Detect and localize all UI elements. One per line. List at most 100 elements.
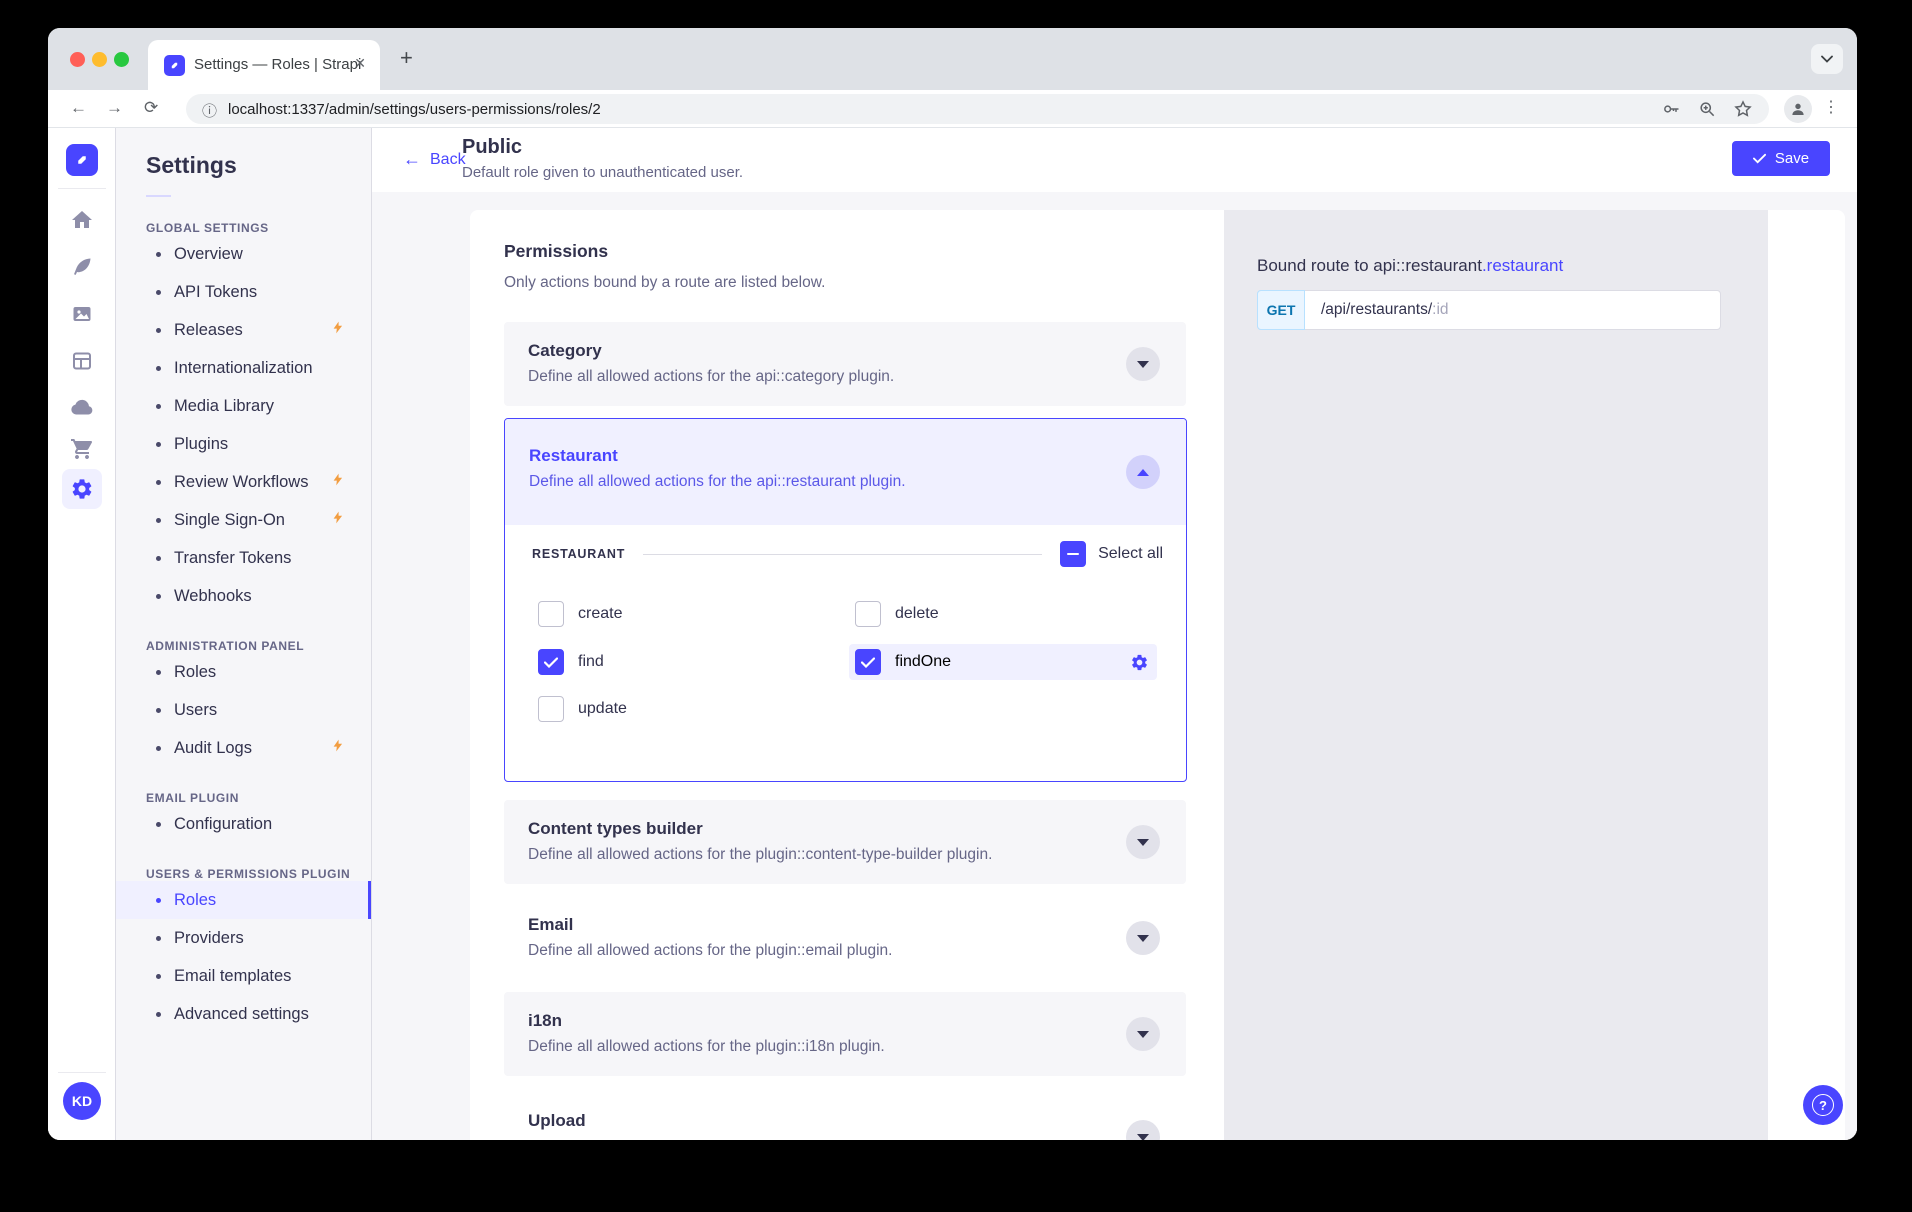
expand-chevron-button[interactable] <box>1126 1017 1160 1051</box>
sidebar-item-review-workflows[interactable]: Review Workflows <box>116 463 371 501</box>
fullscreen-window-button[interactable] <box>114 52 129 67</box>
sidebar-item-transfer-tokens[interactable]: Transfer Tokens <box>116 539 371 577</box>
permission-row: find findOne <box>505 644 1186 680</box>
tab-list-chevron-icon[interactable] <box>1811 44 1843 74</box>
sidebar-item-email-configuration[interactable]: Configuration <box>116 805 371 843</box>
accordion-upload[interactable]: Upload <box>504 1092 1186 1140</box>
permission-findone-selected[interactable]: findOne <box>849 644 1157 680</box>
browser-profile-avatar[interactable] <box>1784 95 1812 123</box>
close-window-button[interactable] <box>70 52 85 67</box>
findone-checkbox[interactable] <box>855 649 881 675</box>
collapse-chevron-button[interactable] <box>1126 455 1160 489</box>
sidebar-item-audit-logs[interactable]: Audit Logs <box>116 729 371 767</box>
select-all-control[interactable]: Select all <box>1060 541 1163 567</box>
bullet-icon <box>156 518 161 523</box>
route-param: :id <box>1432 301 1448 318</box>
sidebar-item-webhooks[interactable]: Webhooks <box>116 577 371 615</box>
user-avatar[interactable]: KD <box>63 1082 101 1120</box>
bullet-icon <box>156 974 161 979</box>
password-key-icon[interactable] <box>1661 99 1681 119</box>
permission-update[interactable]: update <box>538 691 627 727</box>
media-library-icon[interactable] <box>70 302 94 326</box>
accordion-content-types-builder[interactable]: Content types builder Define all allowed… <box>504 800 1186 884</box>
advanced-settings-cog-icon[interactable] <box>1130 653 1149 672</box>
marketplace-cart-icon[interactable] <box>70 437 94 461</box>
browser-window: Settings — Roles | Strapi ✕ + ← → ⟳ ⓘ lo… <box>48 28 1857 1140</box>
settings-subnav: Settings GLOBAL SETTINGS Overview API To… <box>116 128 372 1140</box>
expand-chevron-button[interactable] <box>1126 921 1160 955</box>
address-bar[interactable]: ⓘ localhost:1337/admin/settings/users-pe… <box>186 94 1769 124</box>
back-arrow-icon: ← <box>403 149 421 170</box>
permissions-subtitle: Only actions bound by a route are listed… <box>504 274 825 292</box>
expand-chevron-button[interactable] <box>1126 347 1160 381</box>
sidebar-item-releases[interactable]: Releases <box>116 311 371 349</box>
bullet-icon <box>156 898 161 903</box>
url-text[interactable]: localhost:1337/admin/settings/users-perm… <box>228 101 601 118</box>
settings-gear-icon[interactable] <box>70 477 94 501</box>
browser-tab[interactable]: Settings — Roles | Strapi ✕ <box>148 40 380 90</box>
create-checkbox[interactable] <box>538 601 564 627</box>
sidebar-item-admin-roles[interactable]: Roles <box>116 653 371 691</box>
sidebar-item-overview[interactable]: Overview <box>116 235 371 273</box>
select-all-checkbox[interactable] <box>1060 541 1086 567</box>
select-all-label: Select all <box>1098 545 1163 563</box>
permission-find[interactable]: find <box>538 644 604 680</box>
sidebar-item-up-roles[interactable]: Roles <box>116 881 371 919</box>
delete-checkbox[interactable] <box>855 601 881 627</box>
section-global-settings: GLOBAL SETTINGS <box>116 221 371 235</box>
bullet-icon <box>156 670 161 675</box>
sidebar-item-admin-users[interactable]: Users <box>116 691 371 729</box>
content-type-builder-icon[interactable] <box>70 349 94 373</box>
sidebar-item-internationalization[interactable]: Internationalization <box>116 349 371 387</box>
site-info-icon[interactable]: ⓘ <box>202 100 217 121</box>
chevron-down-icon <box>1137 1134 1149 1141</box>
back-icon[interactable]: ← <box>70 98 87 118</box>
zoom-icon[interactable] <box>1697 99 1717 119</box>
minimize-window-button[interactable] <box>92 52 107 67</box>
accordion-i18n[interactable]: i18n Define all allowed actions for the … <box>504 992 1186 1076</box>
sidebar-item-media-library[interactable]: Media Library <box>116 387 371 425</box>
chevron-down-icon <box>1137 1031 1149 1038</box>
sidebar-item-plugins[interactable]: Plugins <box>116 425 371 463</box>
bookmark-star-icon[interactable] <box>1733 99 1753 119</box>
browser-toolbar: ← → ⟳ ⓘ localhost:1337/admin/settings/us… <box>48 90 1857 128</box>
bullet-icon <box>156 594 161 599</box>
chevron-down-icon <box>1137 935 1149 942</box>
expand-chevron-button[interactable] <box>1126 825 1160 859</box>
strapi-admin: KD Settings GLOBAL SETTINGS Overview API… <box>48 128 1857 1140</box>
sidebar-item-api-tokens[interactable]: API Tokens <box>116 273 371 311</box>
strapi-favicon-icon <box>164 55 185 76</box>
question-icon: ? <box>1812 1094 1834 1116</box>
sidebar-item-email-templates[interactable]: Email templates <box>116 957 371 995</box>
new-tab-icon[interactable]: + <box>400 45 413 71</box>
accordion-category[interactable]: Category Define all allowed actions for … <box>504 322 1186 406</box>
expand-chevron-button[interactable] <box>1126 1120 1160 1140</box>
accordion-restaurant-header[interactable]: Restaurant Define all allowed actions fo… <box>505 419 1186 525</box>
bullet-icon <box>156 1012 161 1017</box>
back-label: Back <box>430 151 466 169</box>
indeterminate-icon <box>1067 553 1079 556</box>
forward-icon[interactable]: → <box>106 98 123 118</box>
back-link[interactable]: ← Back <box>403 149 466 170</box>
strapi-logo-icon[interactable] <box>66 144 98 176</box>
sidebar-item-advanced-settings[interactable]: Advanced settings <box>116 995 371 1033</box>
sidebar-item-providers[interactable]: Providers <box>116 919 371 957</box>
section-administration-panel: ADMINISTRATION PANEL <box>116 639 371 653</box>
content-manager-icon[interactable] <box>70 255 94 279</box>
browser-menu-icon[interactable]: ⋮ <box>1823 97 1839 117</box>
bullet-icon <box>156 290 161 295</box>
home-icon[interactable] <box>70 208 94 232</box>
accordion-email[interactable]: Email Define all allowed actions for the… <box>504 896 1186 980</box>
help-button[interactable]: ? <box>1803 1085 1843 1125</box>
tab-close-icon[interactable]: ✕ <box>354 55 366 72</box>
save-button[interactable]: Save <box>1732 141 1830 176</box>
lightning-icon <box>331 738 345 758</box>
permission-create[interactable]: create <box>538 596 622 632</box>
cloud-icon[interactable] <box>70 396 94 420</box>
chevron-down-icon <box>1137 361 1149 368</box>
reload-icon[interactable]: ⟳ <box>144 98 158 118</box>
sidebar-item-single-sign-on[interactable]: Single Sign-On <box>116 501 371 539</box>
permission-delete[interactable]: delete <box>855 596 939 632</box>
find-checkbox[interactable] <box>538 649 564 675</box>
update-checkbox[interactable] <box>538 696 564 722</box>
